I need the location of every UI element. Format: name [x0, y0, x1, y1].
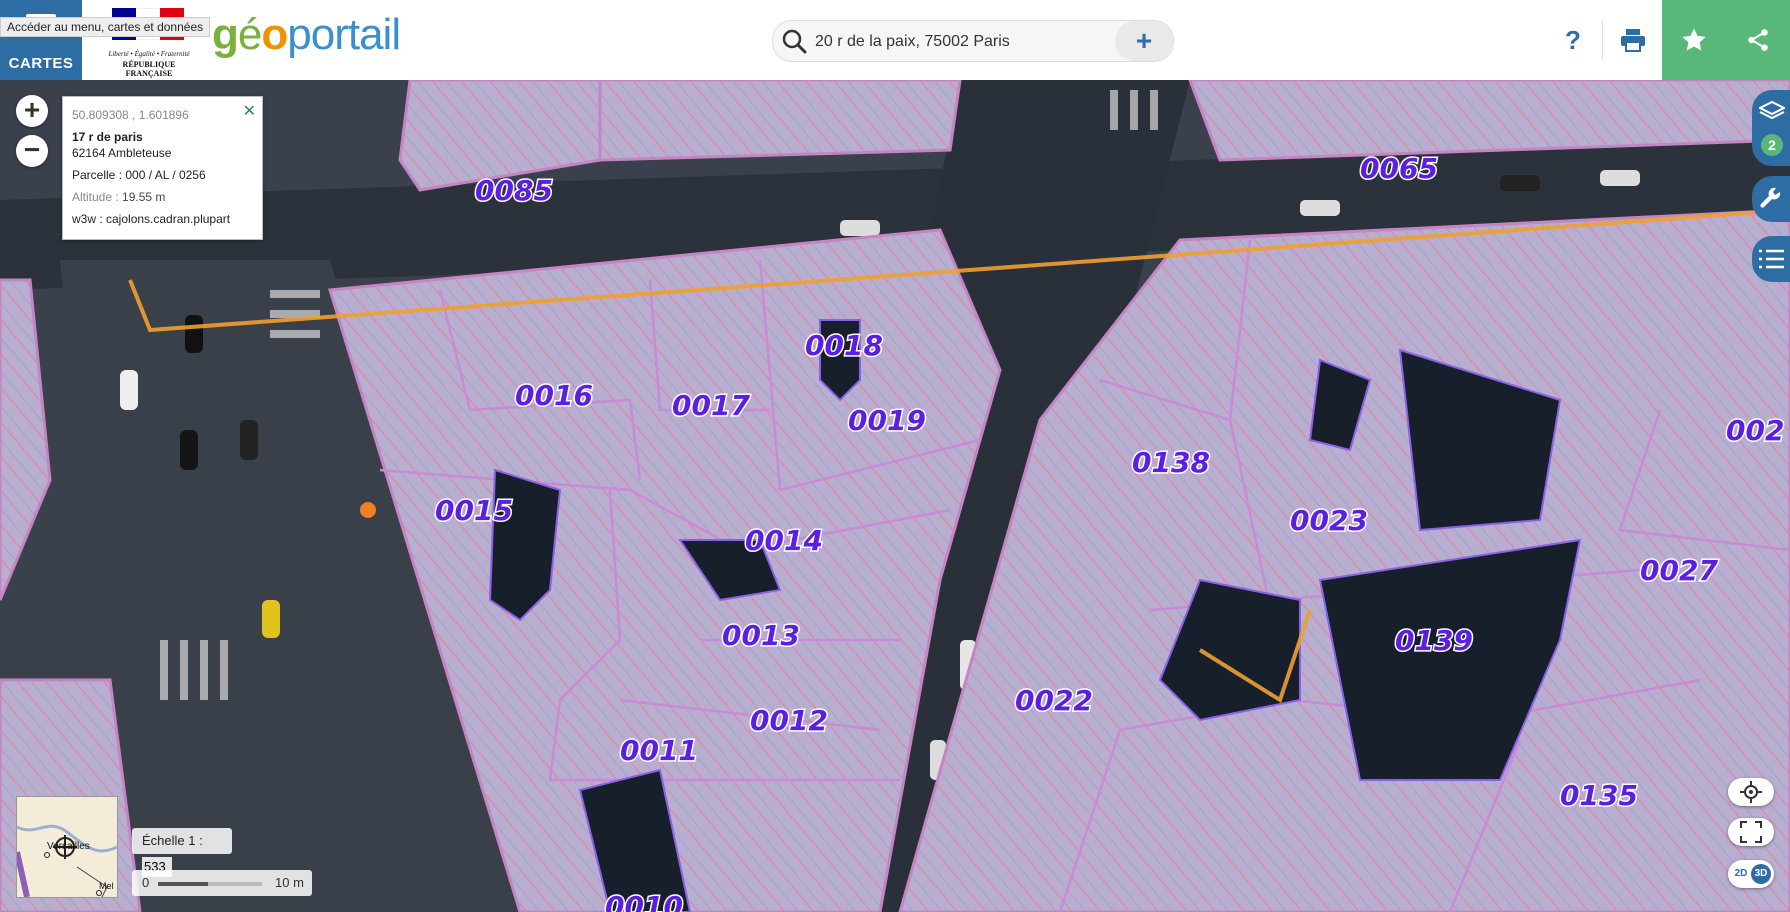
scale-label: Échelle 1 : [142, 833, 203, 848]
parcel-label[interactable]: 0018 [804, 328, 885, 364]
favorites-button[interactable] [1662, 0, 1726, 80]
crosshair-icon [1740, 781, 1762, 803]
search-box: + [772, 20, 1174, 62]
parcel-label[interactable]: 0010 [604, 889, 685, 912]
menu-button[interactable]: CARTES [0, 0, 82, 80]
tools-button[interactable] [1752, 176, 1790, 222]
layers-icon [1759, 100, 1785, 120]
menu-label: CARTES [8, 55, 74, 72]
menu-tooltip: Accéder au menu, cartes et données [0, 17, 211, 37]
help-button[interactable]: ? [1542, 0, 1604, 80]
info-altitude: Altitude : 19.55 m [72, 190, 165, 204]
wrench-icon [1760, 187, 1781, 208]
parcel-label[interactable]: 0022 [1014, 683, 1095, 719]
parcel-label[interactable]: 0023 [1289, 503, 1370, 539]
scale-line [158, 882, 262, 886]
advanced-search-button[interactable]: + [1115, 21, 1173, 61]
parcel-label[interactable]: 0135 [1559, 778, 1640, 814]
info-address: 17 r de paris [72, 130, 143, 144]
layers-count-badge: 2 [1761, 134, 1783, 156]
parcel-label[interactable]: 0015 [434, 493, 515, 529]
parcel-label[interactable]: 0014 [744, 523, 825, 559]
scale-min: 0 [142, 875, 150, 890]
parcel-label[interactable]: 0085 [474, 173, 555, 209]
search-icon[interactable] [781, 28, 807, 54]
minimap-label: Versailles [47, 841, 90, 852]
location-info-popup: 50.809308 , 1.601896 ✕ 17 r de paris 621… [62, 96, 263, 240]
parcel-label[interactable]: 0012 [749, 703, 830, 739]
rf-motto: Liberté • Égalité • Fraternité [108, 50, 190, 58]
scale-max: 10 m [275, 875, 304, 890]
geolocate-button[interactable] [1728, 778, 1774, 806]
fullscreen-button[interactable] [1728, 818, 1774, 846]
coordinates: 50.809308 , 1.601896 [72, 108, 189, 122]
info-parcel: Parcelle : 000 / AL / 0256 [72, 168, 206, 182]
share-icon [1748, 29, 1768, 51]
zoom-out-button[interactable]: − [16, 135, 48, 167]
parcel-label[interactable]: 0139 [1394, 623, 1475, 659]
scale-bar: 0 10 m [132, 870, 312, 896]
zoom-in-button[interactable]: + [16, 95, 48, 127]
parcel-label[interactable]: 0027 [1639, 553, 1720, 589]
3d-button[interactable]: 3D [1751, 864, 1771, 884]
legend-list-button[interactable] [1752, 236, 1790, 282]
parcel-label[interactable]: 0138 [1131, 445, 1212, 481]
geoportail-logo[interactable]: géoportail [212, 10, 401, 60]
parcel-label[interactable]: 0019 [847, 403, 928, 439]
close-icon[interactable]: ✕ [243, 101, 256, 121]
parcel-label[interactable]: 002 [1725, 413, 1786, 449]
info-city: 62164 Ambleteuse [72, 146, 172, 160]
dimension-toggle: 2D 3D [1728, 860, 1774, 888]
2d-button[interactable]: 2D [1731, 864, 1751, 884]
header-bar: CARTES Accéder au menu, cartes et donnée… [0, 0, 1790, 80]
rf-name: RÉPUBLIQUE FRANÇAISE [122, 60, 176, 78]
star-icon [1682, 28, 1706, 51]
parcel-label[interactable]: 0016 [514, 378, 595, 414]
layers-button[interactable]: 2 [1752, 90, 1790, 166]
search-input[interactable] [813, 27, 1107, 57]
altitude-label: Altitude : [72, 190, 123, 204]
share-button[interactable] [1726, 0, 1790, 80]
scale-ratio: Échelle 1 : [132, 828, 232, 877]
printer-icon [1621, 29, 1645, 52]
brand-part: g [212, 10, 239, 59]
parcel-label[interactable]: 0011 [619, 733, 700, 769]
map-view[interactable]: 0085 0065 0018 0016 0017 0019 0138 0023 … [0, 80, 1790, 912]
minimap-label-2: Mel [99, 881, 114, 891]
fullscreen-icon [1740, 821, 1762, 843]
aerial-cadastral-map[interactable]: 0085 0065 0018 0016 0017 0019 0138 0023 … [0, 80, 1790, 912]
brand-part: é [237, 10, 263, 59]
altitude-value: 19.55 m [122, 190, 166, 204]
info-w3w: w3w : cajolons.cadran.plupart [72, 212, 231, 226]
parcel-label[interactable]: 0013 [721, 618, 802, 654]
brand-part: o [261, 10, 288, 59]
overview-minimap[interactable]: Versailles Mel [16, 796, 118, 898]
print-button[interactable] [1602, 0, 1664, 80]
parcel-label[interactable]: 0065 [1359, 151, 1440, 187]
list-icon [1759, 249, 1784, 269]
brand-part: portail [287, 10, 401, 59]
parcel-label[interactable]: 0017 [671, 388, 752, 424]
